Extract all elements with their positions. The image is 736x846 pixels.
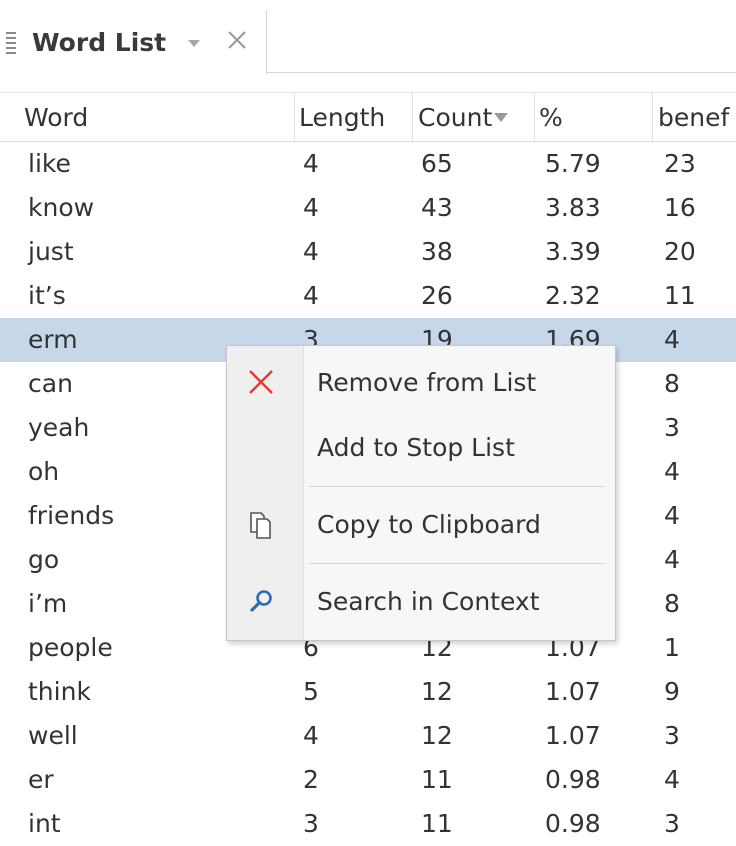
cell-word: er xyxy=(28,765,54,794)
copy-icon xyxy=(245,509,277,541)
cell-word: go xyxy=(28,545,60,574)
cell-percent: 1.07 xyxy=(545,677,601,706)
menu-item-remove-from-list[interactable]: Remove from List xyxy=(227,353,615,413)
table-row[interactable]: int 3 11 0.98 3 xyxy=(0,802,736,846)
table-row[interactable]: know 4 43 3.83 16 xyxy=(0,186,736,230)
menu-item-label: Add to Stop List xyxy=(317,433,515,462)
menu-item-copy-to-clipboard[interactable]: Copy to Clipboard xyxy=(227,495,615,555)
cell-length: 3 xyxy=(303,809,319,838)
cell-count: 12 xyxy=(421,721,453,750)
column-header-word[interactable]: Word xyxy=(0,93,294,141)
cell-percent: 0.98 xyxy=(545,765,601,794)
cell-percent: 1.07 xyxy=(545,721,601,750)
cell-percent: 3.39 xyxy=(545,237,601,266)
cell-word: oh xyxy=(28,457,60,486)
column-header-count[interactable]: Count xyxy=(412,93,534,141)
cell-benef: 23 xyxy=(664,149,696,178)
cell-benef: 4 xyxy=(664,457,680,486)
cell-word: it’s xyxy=(28,281,66,310)
close-icon[interactable] xyxy=(222,26,252,56)
table-row[interactable]: er 2 11 0.98 4 xyxy=(0,758,736,802)
cell-count: 26 xyxy=(421,281,453,310)
table-row[interactable]: like 4 65 5.79 23 xyxy=(0,142,736,186)
cell-benef: 11 xyxy=(664,281,696,310)
cell-benef: 3 xyxy=(664,721,680,750)
menu-item-add-to-stop-list[interactable]: Add to Stop List xyxy=(227,418,615,478)
cell-length: 5 xyxy=(303,677,319,706)
cell-word: i’m xyxy=(28,589,68,618)
cell-word: friends xyxy=(28,501,115,530)
cell-percent: 3.83 xyxy=(545,193,601,222)
search-icon xyxy=(245,586,277,618)
context-menu: Remove from List Add to Stop List Copy t… xyxy=(226,345,616,641)
sort-descending-icon xyxy=(494,112,509,122)
cell-word: can xyxy=(28,369,73,398)
grip-icon[interactable] xyxy=(6,32,16,56)
cell-length: 4 xyxy=(303,149,319,178)
cell-word: just xyxy=(28,237,74,266)
cell-benef: 4 xyxy=(664,545,680,574)
cell-length: 4 xyxy=(303,237,319,266)
tab-title: Word List xyxy=(32,28,167,57)
cell-word: know xyxy=(28,193,95,222)
cell-length: 4 xyxy=(303,721,319,750)
cell-benef: 4 xyxy=(664,501,680,530)
menu-item-label: Remove from List xyxy=(317,368,537,397)
menu-item-search-in-context[interactable]: Search in Context xyxy=(227,572,615,632)
cell-percent: 2.32 xyxy=(545,281,601,310)
cell-word: people xyxy=(28,633,113,662)
cell-word: erm xyxy=(28,325,78,354)
cell-benef: 4 xyxy=(664,325,680,354)
cell-count: 12 xyxy=(421,677,453,706)
cell-word: like xyxy=(28,149,71,178)
word-list-tab[interactable]: Word List xyxy=(0,10,267,74)
tab-strip-empty-area xyxy=(267,10,736,73)
menu-item-label: Copy to Clipboard xyxy=(317,510,541,539)
cell-length: 4 xyxy=(303,193,319,222)
cell-benef: 20 xyxy=(664,237,696,266)
cell-benef: 4 xyxy=(664,765,680,794)
panel-tab-bar: Word List xyxy=(0,0,736,74)
cell-word: well xyxy=(28,721,78,750)
cell-word: yeah xyxy=(28,413,90,442)
cell-benef: 16 xyxy=(664,193,696,222)
table-row[interactable]: just 4 38 3.39 20 xyxy=(0,230,736,274)
cell-word: int xyxy=(28,809,61,838)
cell-percent: 5.79 xyxy=(545,149,601,178)
cell-percent: 0.98 xyxy=(545,809,601,838)
menu-separator xyxy=(309,563,605,564)
cell-benef: 3 xyxy=(664,809,680,838)
cell-count: 43 xyxy=(421,193,453,222)
cell-benef: 8 xyxy=(664,369,680,398)
cell-length: 2 xyxy=(303,765,319,794)
cell-benef: 3 xyxy=(664,413,680,442)
column-header-benef[interactable]: benef xyxy=(652,93,736,141)
column-header-length[interactable]: Length xyxy=(294,93,412,141)
table-header: Word Length Count % benef xyxy=(0,92,736,142)
table-row[interactable]: it’s 4 26 2.32 11 xyxy=(0,274,736,318)
cell-count: 38 xyxy=(421,237,453,266)
cell-count: 65 xyxy=(421,149,453,178)
menu-item-label: Search in Context xyxy=(317,587,540,616)
cell-count: 11 xyxy=(421,809,453,838)
menu-separator xyxy=(309,486,605,487)
cell-length: 4 xyxy=(303,281,319,310)
cell-count: 11 xyxy=(421,765,453,794)
cell-benef: 9 xyxy=(664,677,680,706)
remove-x-icon xyxy=(245,367,277,399)
chevron-down-icon[interactable] xyxy=(188,40,200,47)
cell-benef: 1 xyxy=(664,633,680,662)
column-header-percent[interactable]: % xyxy=(534,93,652,141)
table-row[interactable]: think 5 12 1.07 9 xyxy=(0,670,736,714)
cell-benef: 8 xyxy=(664,589,680,618)
cell-word: think xyxy=(28,677,91,706)
table-row[interactable]: well 4 12 1.07 3 xyxy=(0,714,736,758)
